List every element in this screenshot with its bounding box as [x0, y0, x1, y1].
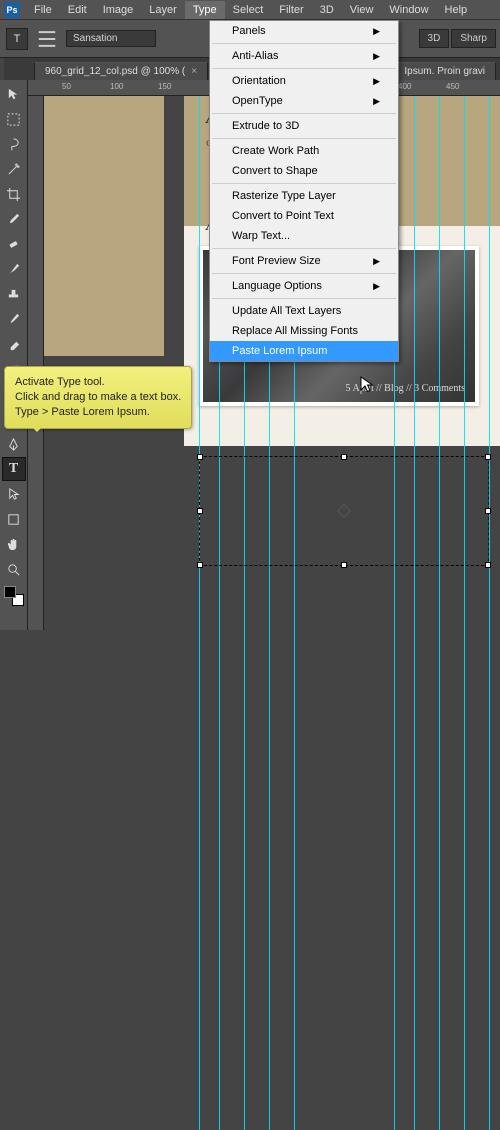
- resize-handle[interactable]: [485, 508, 491, 514]
- tooltip-line: Type > Paste Lorem Ipsum.: [15, 405, 181, 420]
- move-tool-icon[interactable]: [2, 82, 26, 106]
- submenu-arrow-icon: ▶: [373, 256, 380, 267]
- instruction-tooltip: Activate Type tool. Click and drag to ma…: [4, 366, 192, 429]
- menu-view[interactable]: View: [342, 1, 382, 19]
- menu-help[interactable]: Help: [437, 1, 476, 19]
- resize-handle[interactable]: [197, 454, 203, 460]
- text-bounding-box[interactable]: [199, 456, 489, 566]
- cursor-icon: [360, 376, 374, 394]
- hand-tool-icon[interactable]: [2, 532, 26, 556]
- resize-handle[interactable]: [197, 508, 203, 514]
- document-tab-label: 960_grid_12_col.psd @ 100% (: [45, 66, 185, 77]
- guide-line: [199, 96, 200, 1130]
- heal-tool-icon[interactable]: [2, 232, 26, 256]
- app-icon: Ps: [4, 2, 20, 18]
- menu-item-fontpreview[interactable]: Font Preview Size▶: [210, 251, 398, 271]
- menu-separator: [212, 183, 396, 184]
- menu-item-paste-lorem[interactable]: Paste Lorem Ipsum: [210, 341, 398, 361]
- menu-item-orientation[interactable]: Orientation▶: [210, 71, 398, 91]
- menu-separator: [212, 138, 396, 139]
- eyedropper-tool-icon[interactable]: [2, 207, 26, 231]
- menu-item-updatelayers[interactable]: Update All Text Layers: [210, 301, 398, 321]
- menu-separator: [212, 248, 396, 249]
- menu-item-convertshape[interactable]: Convert to Shape: [210, 161, 398, 181]
- resize-handle[interactable]: [341, 454, 347, 460]
- tooltip-line: Click and drag to make a text box.: [15, 390, 181, 405]
- menu-item-antialias[interactable]: Anti-Alias▶: [210, 46, 398, 66]
- history-brush-tool-icon[interactable]: [2, 307, 26, 331]
- menu-window[interactable]: Window: [381, 1, 436, 19]
- menu-image[interactable]: Image: [95, 1, 142, 19]
- text-orientation-icon[interactable]: [36, 28, 58, 50]
- color-swatches[interactable]: [4, 586, 24, 606]
- option-sharp-button[interactable]: Sharp: [451, 29, 496, 48]
- submenu-arrow-icon: ▶: [373, 281, 380, 292]
- guide-line: [489, 96, 490, 1130]
- guide-line: [414, 96, 415, 1130]
- document-tab[interactable]: 960_grid_12_col.psd @ 100% ( ×: [34, 62, 208, 80]
- close-icon[interactable]: ×: [191, 66, 197, 77]
- menu-layer[interactable]: Layer: [141, 1, 185, 19]
- menu-item-language[interactable]: Language Options▶: [210, 276, 398, 296]
- marquee-tool-icon[interactable]: [2, 107, 26, 131]
- lasso-tool-icon[interactable]: [2, 132, 26, 156]
- type-menu-dropdown: Panels▶ Anti-Alias▶ Orientation▶ OpenTyp…: [209, 20, 399, 362]
- menu-file[interactable]: File: [26, 1, 60, 19]
- menu-separator: [212, 298, 396, 299]
- menu-item-panels[interactable]: Panels▶: [210, 21, 398, 41]
- submenu-arrow-icon: ▶: [373, 96, 380, 107]
- guide-line: [439, 96, 440, 1130]
- crop-tool-icon[interactable]: [2, 182, 26, 206]
- resize-handle[interactable]: [485, 562, 491, 568]
- menu-item-extrude3d[interactable]: Extrude to 3D: [210, 116, 398, 136]
- path-select-tool-icon[interactable]: [2, 482, 26, 506]
- type-tool-icon[interactable]: T: [2, 457, 26, 481]
- canvas-bg-left: [44, 96, 164, 356]
- ruler-vertical[interactable]: [28, 96, 44, 630]
- menu-type[interactable]: Type: [185, 1, 225, 19]
- document-tab-secondary[interactable]: Ipsum. Proin gravi: [393, 62, 496, 80]
- menu-filter[interactable]: Filter: [271, 1, 311, 19]
- menu-separator: [212, 43, 396, 44]
- tooltip-line: Activate Type tool.: [15, 375, 181, 390]
- document-tab-label: Ipsum. Proin gravi: [404, 66, 485, 77]
- menu-separator: [212, 273, 396, 274]
- menu-item-opentype[interactable]: OpenType▶: [210, 91, 398, 111]
- eraser-tool-icon[interactable]: [2, 332, 26, 356]
- resize-handle[interactable]: [341, 562, 347, 568]
- brush-tool-icon[interactable]: [2, 257, 26, 281]
- stamp-tool-icon[interactable]: [2, 282, 26, 306]
- menu-item-warp[interactable]: Warp Text...: [210, 226, 398, 246]
- menu-separator: [212, 113, 396, 114]
- center-mark-icon: [337, 504, 351, 518]
- tools-panel: T: [0, 80, 28, 630]
- zoom-tool-icon[interactable]: [2, 557, 26, 581]
- menu-item-replacefonts[interactable]: Replace All Missing Fonts: [210, 321, 398, 341]
- menu-item-rasterize[interactable]: Rasterize Type Layer: [210, 186, 398, 206]
- tool-indicator[interactable]: T: [6, 28, 28, 50]
- shape-tool-icon[interactable]: [2, 507, 26, 531]
- option-3d-button[interactable]: 3D: [419, 29, 450, 48]
- submenu-arrow-icon: ▶: [373, 26, 380, 37]
- resize-handle[interactable]: [197, 562, 203, 568]
- menu-item-workpath[interactable]: Create Work Path: [210, 141, 398, 161]
- resize-handle[interactable]: [485, 454, 491, 460]
- menu-3d[interactable]: 3D: [312, 1, 342, 19]
- submenu-arrow-icon: ▶: [373, 76, 380, 87]
- menu-separator: [212, 68, 396, 69]
- guide-line: [464, 96, 465, 1130]
- font-family-dropdown[interactable]: Sansation: [66, 30, 156, 47]
- menu-select[interactable]: Select: [225, 1, 272, 19]
- menu-bar: Ps File Edit Image Layer Type Select Fil…: [0, 0, 500, 20]
- menu-edit[interactable]: Edit: [60, 1, 95, 19]
- wand-tool-icon[interactable]: [2, 157, 26, 181]
- pen-tool-icon[interactable]: [2, 432, 26, 456]
- submenu-arrow-icon: ▶: [373, 51, 380, 62]
- menu-item-pointtext[interactable]: Convert to Point Text: [210, 206, 398, 226]
